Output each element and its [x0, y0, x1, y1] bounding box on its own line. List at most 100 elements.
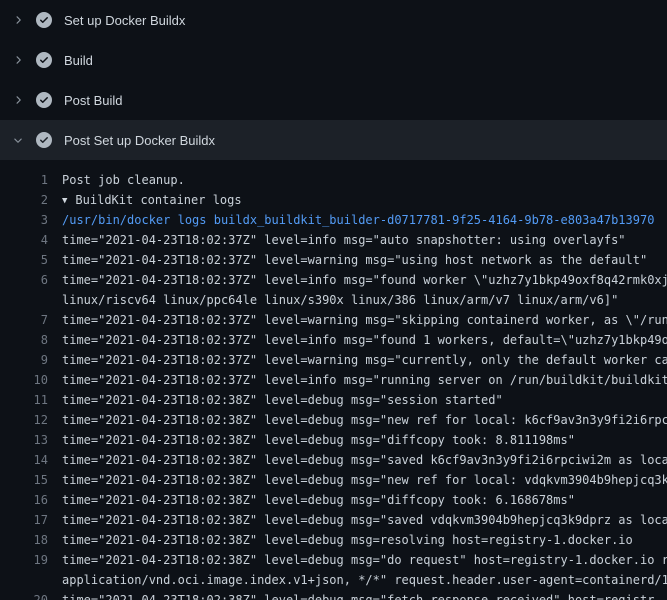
- log-line-content: time="2021-04-23T18:02:38Z" level=debug …: [62, 390, 503, 410]
- line-number[interactable]: 17: [0, 510, 48, 530]
- log-text: time="2021-04-23T18:02:38Z" level=debug …: [62, 393, 503, 407]
- log-text: time="2021-04-23T18:02:38Z" level=debug …: [62, 553, 667, 567]
- log-text: time="2021-04-23T18:02:37Z" level=info m…: [62, 233, 626, 247]
- log-line-content: Post job cleanup.: [62, 170, 185, 190]
- log-line: 2 ▼ BuildKit container logs: [0, 190, 667, 210]
- log-line-content: time="2021-04-23T18:02:38Z" level=debug …: [62, 550, 667, 570]
- log-line-content: time="2021-04-23T18:02:37Z" level=warnin…: [62, 250, 647, 270]
- log-line: 11 time="2021-04-23T18:02:38Z" level=deb…: [0, 390, 667, 410]
- line-number[interactable]: 15: [0, 470, 48, 490]
- log-line: 18 time="2021-04-23T18:02:38Z" level=deb…: [0, 530, 667, 550]
- log-line: 10 time="2021-04-23T18:02:37Z" level=inf…: [0, 370, 667, 390]
- line-number[interactable]: 6: [0, 270, 48, 290]
- log-line: 9 time="2021-04-23T18:02:37Z" level=warn…: [0, 350, 667, 370]
- log-line-content: time="2021-04-23T18:02:38Z" level=debug …: [62, 490, 575, 510]
- line-number[interactable]: 3: [0, 210, 48, 230]
- log-text: time="2021-04-23T18:02:38Z" level=debug …: [62, 593, 654, 600]
- log-line: 7 time="2021-04-23T18:02:37Z" level=warn…: [0, 310, 667, 330]
- log-command-text: /usr/bin/docker logs buildx_buildkit_bui…: [62, 213, 654, 227]
- line-number[interactable]: 13: [0, 430, 48, 450]
- line-number[interactable]: 9: [0, 350, 48, 370]
- step-label: Set up Docker Buildx: [64, 13, 185, 28]
- step-label: Post Build: [64, 93, 123, 108]
- step-label: Post Set up Docker Buildx: [64, 133, 215, 148]
- log-line: 14 time="2021-04-23T18:02:38Z" level=deb…: [0, 450, 667, 470]
- line-number[interactable]: 16: [0, 490, 48, 510]
- line-number[interactable]: 10: [0, 370, 48, 390]
- step-header-3[interactable]: Post Set up Docker Buildx: [0, 120, 667, 160]
- step-header-2[interactable]: Post Build: [0, 80, 667, 120]
- log-line-content: linux/riscv64 linux/ppc64le linux/s390x …: [62, 290, 618, 310]
- log-line-content: /usr/bin/docker logs buildx_buildkit_bui…: [62, 210, 654, 230]
- line-number[interactable]: 12: [0, 410, 48, 430]
- log-text: linux/riscv64 linux/ppc64le linux/s390x …: [62, 293, 618, 307]
- log-line-content: ▼ BuildKit container logs: [62, 190, 242, 210]
- log-line: 19 time="2021-04-23T18:02:38Z" level=deb…: [0, 550, 667, 570]
- log-line: 13 time="2021-04-23T18:02:38Z" level=deb…: [0, 430, 667, 450]
- log-line: 1 Post job cleanup.: [0, 170, 667, 190]
- log-text: time="2021-04-23T18:02:37Z" level=info m…: [62, 373, 667, 387]
- log-line-content: time="2021-04-23T18:02:37Z" level=info m…: [62, 330, 667, 350]
- log-line-content: time="2021-04-23T18:02:38Z" level=debug …: [62, 430, 575, 450]
- log-text: BuildKit container logs: [75, 193, 241, 207]
- step-label: Build: [64, 53, 93, 68]
- line-number[interactable]: 18: [0, 530, 48, 550]
- line-number[interactable]: 14: [0, 450, 48, 470]
- log-line-content: time="2021-04-23T18:02:38Z" level=debug …: [62, 590, 654, 600]
- log-text: time="2021-04-23T18:02:38Z" level=debug …: [62, 493, 575, 507]
- log-text: time="2021-04-23T18:02:38Z" level=debug …: [62, 453, 667, 467]
- log-text: application/vnd.oci.image.index.v1+json,…: [62, 573, 667, 587]
- line-number[interactable]: 11: [0, 390, 48, 410]
- chevron-icon[interactable]: [10, 132, 26, 148]
- log-text: time="2021-04-23T18:02:37Z" level=warnin…: [62, 313, 667, 327]
- step-header-0[interactable]: Set up Docker Buildx: [0, 0, 667, 40]
- log-line: 4 time="2021-04-23T18:02:37Z" level=info…: [0, 230, 667, 250]
- line-number[interactable]: 5: [0, 250, 48, 270]
- log-text: time="2021-04-23T18:02:37Z" level=info m…: [62, 273, 667, 287]
- line-number[interactable]: 1: [0, 170, 48, 190]
- check-circle-icon: [36, 132, 52, 148]
- log-text: time="2021-04-23T18:02:38Z" level=debug …: [62, 533, 633, 547]
- check-circle-icon: [36, 12, 52, 28]
- log-viewer: 1 Post job cleanup. 2 ▼ BuildKit containe…: [0, 160, 667, 600]
- steps-list: Set up Docker Buildx Build Post Build: [0, 0, 667, 160]
- log-text: time="2021-04-23T18:02:38Z" level=debug …: [62, 473, 667, 487]
- log-text: time="2021-04-23T18:02:37Z" level=warnin…: [62, 253, 647, 267]
- log-line: 20 time="2021-04-23T18:02:38Z" level=deb…: [0, 590, 667, 600]
- line-number[interactable]: 2: [0, 190, 48, 210]
- line-number[interactable]: [0, 570, 48, 590]
- log-line-content: time="2021-04-23T18:02:38Z" level=debug …: [62, 530, 633, 550]
- line-number[interactable]: 4: [0, 230, 48, 250]
- chevron-icon[interactable]: [10, 52, 26, 68]
- log-text: time="2021-04-23T18:02:38Z" level=debug …: [62, 513, 667, 527]
- log-line-content: time="2021-04-23T18:02:38Z" level=debug …: [62, 450, 667, 470]
- line-number[interactable]: 7: [0, 310, 48, 330]
- log-line-content: time="2021-04-23T18:02:38Z" level=debug …: [62, 410, 667, 430]
- line-number[interactable]: [0, 290, 48, 310]
- log-text: Post job cleanup.: [62, 173, 185, 187]
- log-line: 8 time="2021-04-23T18:02:37Z" level=info…: [0, 330, 667, 350]
- chevron-icon[interactable]: [10, 12, 26, 28]
- log-text: time="2021-04-23T18:02:38Z" level=debug …: [62, 433, 575, 447]
- log-line-content: time="2021-04-23T18:02:37Z" level=info m…: [62, 370, 667, 390]
- log-line-content: time="2021-04-23T18:02:37Z" level=info m…: [62, 270, 667, 290]
- log-line-content: application/vnd.oci.image.index.v1+json,…: [62, 570, 667, 590]
- log-line-content: time="2021-04-23T18:02:37Z" level=warnin…: [62, 310, 667, 330]
- log-text: time="2021-04-23T18:02:37Z" level=info m…: [62, 333, 667, 347]
- log-line: application/vnd.oci.image.index.v1+json,…: [0, 570, 667, 590]
- log-line-content: time="2021-04-23T18:02:38Z" level=debug …: [62, 470, 667, 490]
- log-line: 3 /usr/bin/docker logs buildx_buildkit_b…: [0, 210, 667, 230]
- chevron-icon[interactable]: [10, 92, 26, 108]
- group-toggle-icon[interactable]: ▼: [62, 191, 67, 210]
- step-header-1[interactable]: Build: [0, 40, 667, 80]
- log-line: linux/riscv64 linux/ppc64le linux/s390x …: [0, 290, 667, 310]
- log-line-content: time="2021-04-23T18:02:37Z" level=warnin…: [62, 350, 667, 370]
- log-line: 6 time="2021-04-23T18:02:37Z" level=info…: [0, 270, 667, 290]
- log-line-content: time="2021-04-23T18:02:37Z" level=info m…: [62, 230, 626, 250]
- line-number[interactable]: 20: [0, 590, 48, 600]
- log-line: 15 time="2021-04-23T18:02:38Z" level=deb…: [0, 470, 667, 490]
- line-number[interactable]: 8: [0, 330, 48, 350]
- check-circle-icon: [36, 92, 52, 108]
- log-text: time="2021-04-23T18:02:37Z" level=warnin…: [62, 353, 667, 367]
- line-number[interactable]: 19: [0, 550, 48, 570]
